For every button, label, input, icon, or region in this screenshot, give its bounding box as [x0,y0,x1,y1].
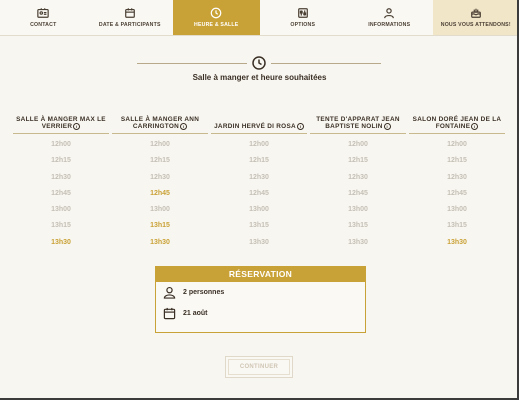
room-column: SALLE À MANGER ANN CARRINGTON i 12h00 12h… [112,113,208,251]
time-slot: 13h00 [51,206,71,214]
time-slot: 12h00 [348,141,368,148]
slot-list: 12h00 12h15 12h30 12h45 13h00 13h15 13h3… [112,137,208,251]
time-slot-available[interactable]: 12h45 [112,186,208,202]
time-slot: 13h00 [348,206,368,214]
cake-icon [470,8,481,18]
info-icon[interactable]: i [296,123,304,131]
slot-list: 12h00 12h15 12h30 12h45 13h00 13h15 13h3… [310,137,406,251]
tab-date-participants-label: DATE & PARTICIPANTS [98,22,161,28]
time-slot: 12h00 [447,141,467,148]
time-slot: 12h15 [348,157,368,165]
continue-button[interactable]: CONTINUER [225,356,293,378]
time-slot: 12h30 [348,173,368,181]
reservation-title: RÉSERVATION [156,267,365,282]
time-slot: 12h15 [249,157,269,165]
tab-nous-vous-attendons-label: NOUS VOUS ATTENDONS! [440,22,511,28]
room-column: SALLE À MANGER MAX LE VERRIER i 12h00 12h… [13,113,109,251]
info-icon[interactable]: i [383,123,391,131]
section-title: Salle à manger et heure souhaitées [192,73,327,82]
time-slot-available[interactable]: 13h30 [112,235,208,251]
tab-contact-label: CONTACT [30,22,57,28]
tab-nous-vous-attendons[interactable]: NOUS VOUS ATTENDONS! [432,0,519,35]
step-nav: CONTACT DATE & PARTICIPANTS HEURE & SALL… [0,0,519,36]
time-slot: 12h15 [150,157,170,165]
user-icon [384,8,395,19]
info-icon[interactable]: i [471,123,479,131]
room-header: SALON DORÉ JEAN DE LA FONTAINE i [409,113,505,134]
time-slot-available[interactable]: 13h15 [112,218,208,234]
time-slot: 13h30 [348,238,368,246]
room-column: SALON DORÉ JEAN DE LA FONTAINE i 12h00 12… [409,113,505,251]
time-slot: 13h30 [249,238,269,246]
info-icon[interactable]: i [180,123,188,131]
tab-date-participants[interactable]: DATE & PARTICIPANTS [87,0,174,35]
time-slot: 12h00 [51,141,71,148]
room-header: SALLE À MANGER MAX LE VERRIER i [13,113,109,134]
tab-heure-salle-label: HEURE & SALLE [194,22,239,28]
options-icon [297,8,308,18]
room-header: SALLE À MANGER ANN CARRINGTON i [112,113,208,134]
reservation-persons-row: 2 personnes [156,282,365,303]
reservation-summary: RÉSERVATION 2 personnes 21 août [155,266,366,333]
time-slot: 13h00 [249,206,269,214]
calendar-icon [163,307,176,320]
time-slot-available[interactable]: 13h30 [409,235,505,251]
room-name: SALLE À MANGER ANN CARRINGTON [120,115,200,131]
room-name: JARDIN HERVÉ DI ROSA [214,123,296,131]
time-slot: 13h15 [348,222,368,230]
slot-list: 12h00 12h15 12h30 12h45 13h00 13h15 13h3… [13,137,109,251]
time-slot: 12h00 [150,141,170,148]
reservation-persons: 2 personnes [183,289,225,296]
time-slot: 12h30 [447,173,467,181]
tab-options[interactable]: OPTIONS [260,0,347,35]
time-slot: 13h15 [51,222,71,230]
room-name: SALON DORÉ JEAN DE LA FONTAINE [412,115,502,131]
time-slot: 12h30 [51,173,71,181]
time-slot: 13h00 [447,206,467,214]
time-slot: 12h45 [348,189,368,197]
clock-icon [252,56,266,70]
continue-button-label: CONTINUER [239,364,279,370]
time-slot: 12h30 [150,173,170,181]
clock-icon [210,7,222,19]
id-card-icon [37,8,49,18]
header-divider-right [271,63,381,64]
time-slot: 12h15 [447,157,467,165]
user-icon [163,286,176,299]
time-slot: 12h45 [51,189,71,197]
room-column: TENTE D'APPARAT JEAN BAPTISTE NOLIN i 12h… [310,113,406,251]
time-slot: 12h15 [51,157,71,165]
tab-heure-salle[interactable]: HEURE & SALLE [173,0,260,35]
room-name: SALLE À MANGER MAX LE VERRIER [16,115,106,131]
time-slot: 13h15 [447,222,467,230]
time-slot-available[interactable]: 13h30 [13,235,109,251]
time-slot: 13h15 [249,222,269,230]
room-column: JARDIN HERVÉ DI ROSA i 12h00 12h15 12h30 … [211,113,307,251]
room-header: TENTE D'APPARAT JEAN BAPTISTE NOLIN i [310,113,406,134]
time-slot: 13h00 [150,206,170,214]
time-slot: 12h45 [447,189,467,197]
reservation-date-row: 21 août [156,303,365,324]
tab-contact[interactable]: CONTACT [0,0,87,35]
time-slot: 12h30 [249,173,269,181]
slot-list: 12h00 12h15 12h30 12h45 13h00 13h15 13h3… [211,137,307,251]
time-slot: 12h00 [249,141,269,148]
tab-informations[interactable]: INFORMATIONS [346,0,433,35]
tab-informations-label: INFORMATIONS [368,22,411,28]
calendar-icon [124,8,135,18]
info-icon[interactable]: i [73,123,81,131]
reservation-date: 21 août [183,310,208,317]
time-slot: 12h45 [249,189,269,197]
header-divider-left [137,63,247,64]
tab-options-label: OPTIONS [290,22,316,28]
slot-list: 12h00 12h15 12h30 12h45 13h00 13h15 13h3… [409,137,505,251]
room-header: JARDIN HERVÉ DI ROSA i [211,113,307,134]
